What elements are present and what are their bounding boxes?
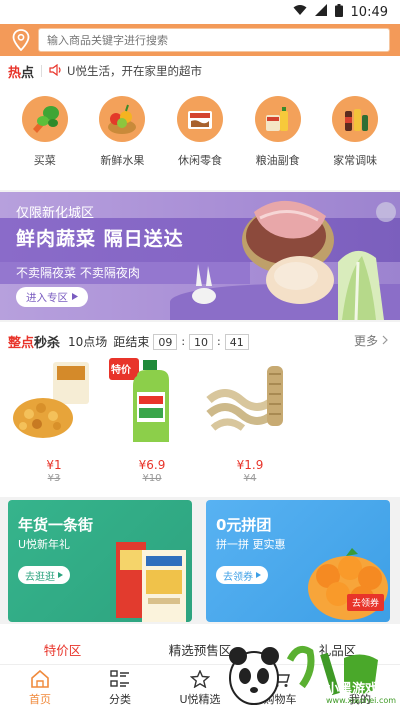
get-coupon-button[interactable]: 去领券 <box>216 566 268 584</box>
tab-home[interactable]: 首页 <box>0 665 80 710</box>
hot-label-red: 热 <box>8 65 22 81</box>
category-grid: 买菜 新鲜水果 休闲零食 粮油副食 家常调味 <box>0 96 400 168</box>
seckill-header: 整点 秒杀 10点场 距结束 09 : 10 : 41 <box>8 332 249 351</box>
battery-icon <box>334 3 343 21</box>
seckill-title-black: 秒杀 <box>34 336 61 351</box>
banner-subtitle: 仅限新化城区 <box>16 206 95 221</box>
dried-noodle-icon <box>205 356 295 446</box>
seckill-product-item[interactable]: ¥1 ¥3 <box>6 356 102 484</box>
chevron-right-icon <box>382 334 388 348</box>
speaker-icon <box>49 63 63 79</box>
coupon-tag: 去领券 <box>346 594 384 611</box>
category-item-fruits[interactable]: 新鲜水果 <box>90 96 154 168</box>
star-icon <box>190 669 210 689</box>
banner-description: 不卖隔夜菜 不卖隔夜肉 <box>16 266 140 280</box>
tab-presale[interactable]: 精选预售区 <box>169 640 232 662</box>
promo-title: 0元拼团 <box>216 516 272 534</box>
go-shopping-button[interactable]: 去逛逛 <box>18 566 70 584</box>
product-original-price: ¥3 <box>47 473 61 484</box>
get-coupon-label: 去领券 <box>223 571 253 583</box>
seckill-product-item[interactable]: ¥1.9 ¥4 <box>202 356 298 484</box>
promo-card-new-year[interactable]: 年货一条街 U悦新年礼 去逛逛 <box>8 500 192 622</box>
clock-time: 10:49 <box>350 4 388 20</box>
hot-news-bar[interactable]: 热点 U悦生活，开在家里的超市 <box>8 62 202 81</box>
category-label: 家常调味 <box>333 154 378 167</box>
seckill-round: 10点场 <box>68 335 108 349</box>
countdown-colon: : <box>217 335 221 348</box>
seasoning-icon <box>332 96 379 142</box>
promo-banner[interactable]: 仅限新化城区 鲜肉蔬菜 隔日送达 不卖隔夜菜 不卖隔夜肉 进入专区 <box>0 192 400 320</box>
tab-label: 分类 <box>109 692 131 706</box>
countdown-colon: : <box>181 335 186 348</box>
detergent-bottle-icon: 特价 <box>107 356 197 446</box>
promo-card-group-buy[interactable]: 0元拼团 拼一拼 更实惠 去领券 去领券 <box>206 500 390 622</box>
seckill-section: 整点 秒杀 10点场 距结束 09 : 10 : 41 更多 ¥1 ¥3 特价 … <box>0 322 400 497</box>
category-label: 新鲜水果 <box>100 154 145 167</box>
go-shopping-label: 去逛逛 <box>25 571 55 583</box>
fruit-basket-icon <box>99 96 146 142</box>
vegetables-icon <box>21 96 68 142</box>
search-box[interactable] <box>38 28 390 52</box>
play-arrow-icon <box>256 570 261 581</box>
coupon-tag-label: 去领券 <box>351 599 379 609</box>
countdown-label: 距结束 <box>113 335 150 349</box>
enter-zone-button[interactable]: 进入专区 <box>16 287 88 307</box>
category-item-snacks[interactable]: 休闲零食 <box>168 96 232 168</box>
play-arrow-icon <box>72 291 78 303</box>
category-label: 粮油副食 <box>255 154 300 167</box>
hot-news-text: U悦生活，开在家里的超市 <box>67 64 202 78</box>
product-price: ¥1 <box>46 458 62 472</box>
product-price: ¥1.9 <box>236 458 264 472</box>
rabbit-figure <box>192 264 216 304</box>
product-original-price: ¥4 <box>243 473 257 484</box>
category-item-seasoning[interactable]: 家常调味 <box>323 96 387 168</box>
watermark-logo: 小黑游戏 www.xiaohei.com <box>228 640 400 710</box>
home-icon <box>30 669 50 689</box>
tab-label: U悦精选 <box>179 692 221 706</box>
category-list-icon <box>110 669 130 689</box>
top-header <box>0 24 400 56</box>
divider <box>41 65 43 77</box>
banner-title: 鲜肉蔬菜 隔日送达 <box>16 228 184 250</box>
fresh-meat-vegetable-image <box>242 200 396 320</box>
more-label: 更多 <box>353 334 378 348</box>
corn-snack-icon <box>9 356 99 446</box>
grain-oil-icon <box>254 96 301 142</box>
gift-box-image <box>116 542 186 622</box>
watermark-url: www.xiaohei.com <box>326 696 397 705</box>
seckill-product-item[interactable]: 特价 ¥6.9 ¥10 <box>104 356 200 484</box>
seckill-product-list: ¥1 ¥3 特价 ¥6.9 ¥10 ¥1.9 ¥4 <box>0 356 400 484</box>
enter-zone-label: 进入专区 <box>26 291 68 304</box>
promo-subtitle: 拼一拼 更实惠 <box>216 538 286 551</box>
countdown-hours: 09 <box>153 333 178 350</box>
tab-special-price[interactable]: 特价区 <box>44 640 82 662</box>
seckill-title-red: 整点 <box>8 336 35 351</box>
product-price: ¥6.9 <box>138 458 166 472</box>
tab-label: 首页 <box>29 692 51 706</box>
location-pin-icon[interactable] <box>10 29 32 51</box>
countdown-seconds: 41 <box>224 333 249 350</box>
promo-subtitle: U悦新年礼 <box>18 538 71 551</box>
category-label: 买菜 <box>33 154 56 167</box>
product-original-price: ¥10 <box>142 473 162 484</box>
promo-title: 年货一条街 <box>18 516 94 534</box>
special-price-badge: 特价 <box>111 365 131 376</box>
hot-label-black: 点 <box>21 65 35 81</box>
seckill-more-link[interactable]: 更多 <box>354 332 388 349</box>
category-item-vegetables[interactable]: 买菜 <box>13 96 77 168</box>
play-arrow-icon <box>58 570 63 581</box>
category-item-grain-oil[interactable]: 粮油副食 <box>246 96 310 168</box>
countdown-minutes: 10 <box>189 333 214 350</box>
snack-icon <box>176 96 223 142</box>
status-bar: 10:49 <box>0 0 400 24</box>
tab-category[interactable]: 分类 <box>80 665 160 710</box>
signal-icon <box>314 4 327 20</box>
search-input[interactable] <box>47 33 389 47</box>
watermark-text: 小黑游戏 <box>326 682 379 697</box>
category-label: 休闲零食 <box>177 154 222 167</box>
wifi-icon <box>293 4 307 20</box>
